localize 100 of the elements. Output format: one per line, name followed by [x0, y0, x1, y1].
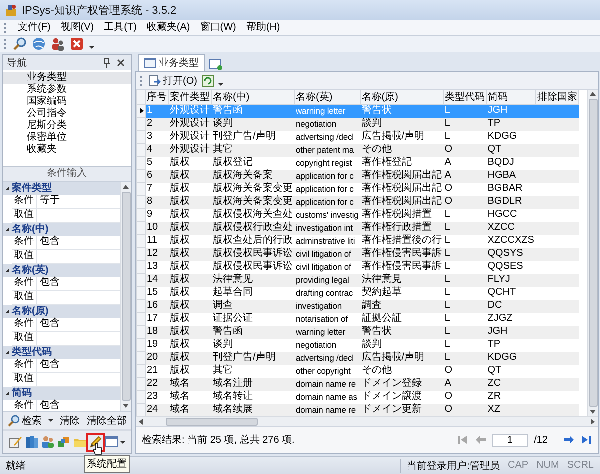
table-row[interactable]: 6 版权 版权海关备案 application for c 著作権税関届出記 A HGBA	[136, 170, 579, 182]
close-icon[interactable]	[117, 58, 125, 66]
navigation-item[interactable]: 尼斯分类	[3, 120, 131, 132]
column-header[interactable]: 序号	[146, 90, 168, 104]
window-icon[interactable]	[104, 435, 118, 449]
expand-icon[interactable]	[6, 187, 9, 190]
expand-icon[interactable]	[6, 228, 9, 231]
column-header[interactable]: 名称(中)	[212, 90, 294, 104]
table-row[interactable]: 19 版权 谈判 negotiation 談判 L TP	[136, 338, 579, 352]
table-row[interactable]: 3 外观设计 刊登广告/声明 advertsing /decl 広告掲載/声明 L KDGG	[136, 130, 579, 144]
scrollbar[interactable]	[136, 416, 598, 426]
menu-item[interactable]: 窗口(W)	[200, 20, 236, 34]
scrollbar[interactable]	[120, 182, 131, 411]
menu-item[interactable]: 收藏夹(A)	[146, 20, 190, 34]
edit-icon[interactable]	[8, 435, 22, 449]
table-row[interactable]: 9 版权 版权侵权海关查处 customs' investig 著作権税関措置 L HGCC	[136, 208, 579, 222]
expand-icon[interactable]	[6, 269, 9, 272]
property-value[interactable]: 包含	[37, 318, 120, 331]
table-row[interactable]: 18 版权 警告函 warning letter 警告状 L JGH	[136, 326, 579, 338]
property-value[interactable]: 等于	[37, 195, 120, 208]
table-row[interactable]: 16 版权 调查 investigation 調査 L DC	[136, 300, 579, 312]
column-header[interactable]: 简码	[486, 90, 536, 104]
dropdown-arrow-icon[interactable]	[48, 419, 54, 422]
table-cell: 版权侵权行政查处	[212, 222, 294, 234]
navigation-item[interactable]: 业务类型	[3, 72, 131, 84]
next-page-icon[interactable]	[564, 435, 575, 445]
table-cell: L	[443, 352, 486, 364]
menu-item[interactable]: 帮助(H)	[246, 20, 280, 34]
books-icon[interactable]	[24, 435, 38, 449]
table-cell: BQDJ	[486, 156, 536, 170]
column-header[interactable]: 类型代码	[443, 90, 486, 104]
expand-icon[interactable]	[6, 392, 9, 395]
property-value[interactable]: 包含	[37, 400, 120, 411]
table-row[interactable]: 4 外观设计 其它 other patent ma その他 O QT	[136, 144, 579, 156]
menu-item[interactable]: 工具(T)	[104, 20, 137, 34]
users-icon[interactable]	[51, 37, 65, 51]
table-row[interactable]: 12 版权 版权侵权民事诉讼 civil litigation of 著作権侵害民事訴 L QQSYS	[136, 248, 579, 260]
navigation-item[interactable]: 系统参数	[3, 84, 131, 96]
table-cell: 版权	[168, 234, 212, 248]
scrollbar-thumb[interactable]	[166, 418, 258, 426]
clear-button[interactable]: 清除	[59, 414, 81, 428]
table-cell: 版权	[168, 364, 212, 378]
column-header[interactable]: 名称(原)	[360, 90, 444, 104]
table-row[interactable]: 2 外观设计 谈判 negotiation 談判 L TP	[136, 118, 579, 130]
window-icon	[144, 58, 156, 68]
expand-icon[interactable]	[6, 310, 9, 313]
table-row[interactable]: 5 版权 版权登记 copyright regist 著作権登記 A BQDJ	[136, 156, 579, 170]
pencil-icon[interactable]	[88, 435, 102, 449]
new-tab-icon[interactable]	[209, 59, 223, 71]
table-cell: 11	[146, 234, 168, 248]
dropdown-arrow-icon[interactable]	[120, 440, 126, 444]
table-cell: investigation	[294, 300, 360, 312]
users-icon[interactable]	[40, 435, 54, 449]
property-value[interactable]: 包含	[37, 236, 120, 249]
pin-icon[interactable]	[103, 58, 111, 68]
property-value[interactable]: 包含	[37, 277, 120, 290]
table-cell: 警告状	[360, 326, 444, 338]
dropdown-arrow-icon[interactable]	[89, 46, 95, 49]
search-icon[interactable]	[13, 37, 27, 51]
table-cell: 7	[146, 182, 168, 196]
table-row[interactable]: 21 版权 其它 other copyright その他 O QT	[136, 364, 579, 378]
table-row[interactable]: 11 版权 版权查处后的行政 adminstrative liti 著作権措置後の行 L XZCCXZS	[136, 234, 579, 248]
table-row[interactable]: 15 版权 起草合同 drafting contrac 契約起草 L QCHT	[136, 286, 579, 300]
table-row[interactable]: 20 版权 刊登广告/声明 advertsing /decl 広告掲載/声明 L KDGG	[136, 352, 579, 364]
table-row[interactable]: 23 域名 域名转让 domain name as ドメイン譲渡 O ZR	[136, 390, 579, 404]
tab[interactable]: 业务类型	[138, 54, 205, 71]
scrollbar-thumb[interactable]	[122, 192, 130, 401]
last-page-icon[interactable]	[581, 435, 592, 445]
navigation-item[interactable]: 收藏夹	[3, 144, 131, 156]
globe-icon[interactable]	[32, 37, 46, 51]
table-row[interactable]: 14 版权 法律意见 providing legal 法律意見 L FLYJ	[136, 274, 579, 286]
table-row[interactable]: 17 版权 证据公证 notarisation of 証拠公証 L ZJGZ	[136, 312, 579, 326]
dropdown-arrow-icon[interactable]	[218, 83, 224, 86]
table-cell: 14	[146, 274, 168, 286]
table-row[interactable]: 7 版权 版权海关备案变更 application for c 著作権税関届出記 O BGBAR	[136, 182, 579, 196]
search-button[interactable]: 检索	[7, 414, 43, 428]
scrollbar-thumb[interactable]	[588, 99, 598, 407]
navigation-item[interactable]: 公司指令	[3, 108, 131, 120]
navigation-item[interactable]: 保密单位	[3, 132, 131, 144]
table-cell: L	[443, 274, 486, 286]
page-field[interactable]: 1	[492, 434, 528, 446]
expand-icon[interactable]	[6, 351, 9, 354]
puzzle-icon[interactable]	[56, 435, 70, 449]
column-header[interactable]: 名称(英)	[294, 90, 360, 104]
column-header[interactable]: 案件类型	[168, 90, 212, 104]
menu-item[interactable]: 文件(F)	[18, 20, 51, 34]
table-row[interactable]: 8 版权 版权海关备案变更 application for c 著作権税関届出記 O BGDLR	[136, 196, 579, 208]
table-row[interactable]: 13 版权 版权侵权民事诉讼 civil litigation of 著作権侵害民事訴 L QQSES	[136, 260, 579, 274]
scrollbar[interactable]	[587, 90, 598, 416]
clear-all-button[interactable]: 清除全部	[86, 414, 128, 428]
table-cell: 外观设计	[168, 144, 212, 156]
table-row[interactable]: 22 域名 域名注册 domain name re ドメイン登録 A ZC	[136, 378, 579, 390]
column-header[interactable]: 排除国家	[536, 90, 579, 104]
table-row[interactable]: 10 版权 版权侵权行政查处 investigation int 著作権行政措置 L XZCC	[136, 222, 579, 234]
refresh-icon[interactable]	[202, 74, 214, 86]
open-button[interactable]: 打开(O)	[148, 74, 198, 88]
close-icon[interactable]	[70, 37, 84, 51]
menu-item[interactable]: 视图(V)	[60, 20, 94, 34]
property-value[interactable]: 包含	[37, 359, 120, 372]
navigation-item[interactable]: 国家编码	[3, 96, 131, 108]
